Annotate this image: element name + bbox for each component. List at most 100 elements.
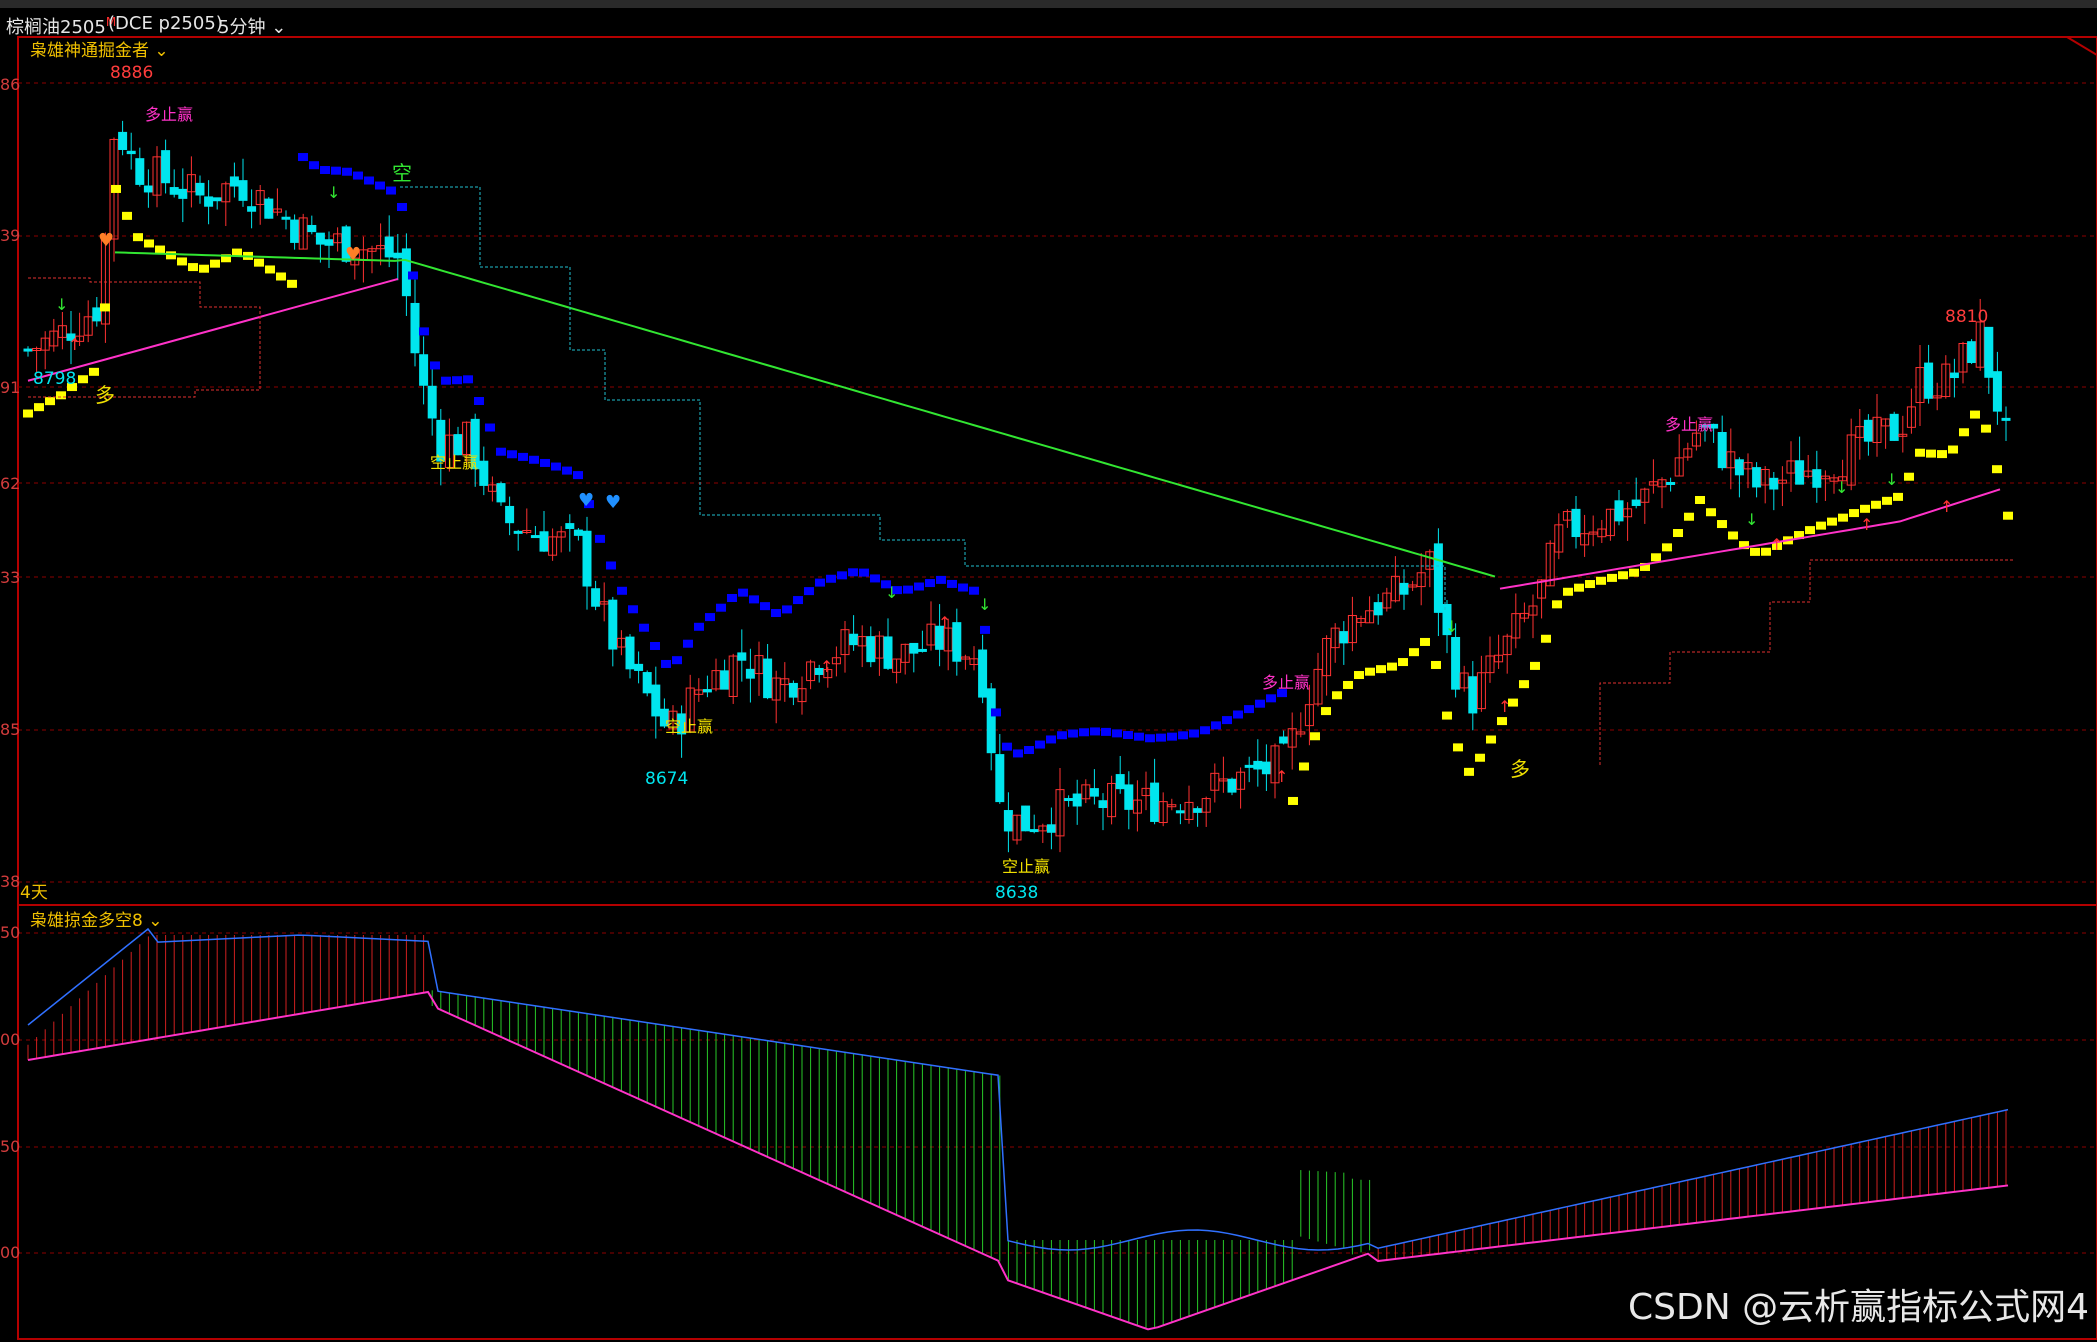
candle: [1261, 761, 1271, 775]
trend-block: [1222, 716, 1232, 725]
candle: [92, 307, 102, 322]
trend-block: [1585, 580, 1595, 589]
ma-magenta: [1499, 488, 2001, 590]
trend-block: [1893, 492, 1903, 501]
long-stop-label: 多止赢: [145, 105, 193, 124]
trend-block: [1981, 424, 1991, 433]
candle: [384, 236, 394, 258]
candle: [238, 180, 248, 201]
candle: [204, 196, 214, 207]
candle: [1949, 372, 1959, 379]
arrow-up-icon: ↑: [68, 335, 81, 354]
trend-block: [925, 579, 935, 588]
trend-block: [364, 176, 374, 185]
candle: [1175, 810, 1185, 814]
trend-block: [1805, 526, 1815, 535]
trend-block: [1178, 731, 1188, 740]
trend-block: [1123, 731, 1133, 740]
trend-block: [793, 596, 803, 605]
trend-block: [661, 659, 671, 668]
trend-block: [100, 303, 110, 312]
arrow-up-icon: ↑: [1860, 515, 1873, 534]
short-stop-label: 空止赢: [1002, 857, 1050, 876]
candle: [763, 658, 773, 699]
candle: [702, 689, 712, 693]
candle: [849, 633, 859, 646]
trend-block: [1871, 500, 1881, 509]
trend-block: [837, 571, 847, 580]
trend-block: [1816, 521, 1826, 530]
candle: [1150, 782, 1160, 822]
trend-block: [1629, 568, 1639, 577]
trend-block: [815, 578, 825, 587]
price-low-label: 8674: [645, 769, 688, 789]
candle: [1889, 413, 1899, 441]
trend-block: [1365, 667, 1375, 676]
arrow-up-icon: ↑: [820, 657, 833, 676]
trend-block: [1497, 717, 1507, 726]
trend-block: [144, 239, 154, 248]
candle: [737, 652, 747, 661]
candle: [1863, 419, 1873, 442]
kline-chart[interactable]: 88868798867486388810多止赢多止赢多止赢空止赢空止赢空止赢多多…: [0, 0, 2097, 1342]
trend-block: [760, 602, 770, 611]
short-stop-label: 空止赢: [665, 717, 713, 736]
arrow-up-icon: ↑: [938, 613, 951, 632]
candle: [1279, 736, 1289, 744]
trend-block: [1134, 732, 1144, 741]
trend-line: [23, 153, 2013, 805]
trend-block: [1464, 767, 1474, 776]
trend-block: [1838, 513, 1848, 522]
trend-block: [1156, 733, 1166, 742]
trend-block: [419, 327, 429, 336]
candle: [720, 670, 730, 690]
candle: [745, 668, 755, 679]
trend-block: [1486, 735, 1496, 744]
arrow-down-icon: ↓: [327, 183, 340, 202]
heart-icon: ♥: [578, 490, 594, 511]
trend-block: [1574, 583, 1584, 592]
trend-block: [1189, 729, 1199, 738]
trend-block: [166, 251, 176, 260]
candle: [866, 636, 876, 663]
trend-block: [771, 609, 781, 618]
candles: [23, 120, 2011, 853]
stop-line: [1599, 559, 2015, 765]
trend-block: [1057, 731, 1067, 740]
trend-block: [1915, 448, 1925, 457]
days-label: 4天: [20, 883, 48, 903]
y-tick: 39: [0, 226, 21, 245]
trend-block: [562, 466, 572, 475]
candle: [1046, 824, 1056, 833]
trend-block: [1651, 553, 1661, 562]
trend-block: [298, 153, 308, 162]
candle: [307, 224, 317, 233]
trend-block: [1970, 410, 1980, 419]
candle: [995, 754, 1005, 803]
candle: [634, 663, 644, 671]
price-low-label: 8798: [33, 369, 76, 389]
candle: [1089, 788, 1099, 797]
sub-indicator-title[interactable]: 枭雄掠金多空8 ⌄: [30, 906, 162, 931]
candle: [1064, 798, 1074, 802]
trend-block: [738, 588, 748, 597]
trend-block: [188, 263, 198, 272]
candle: [505, 505, 515, 524]
trend-block: [1431, 660, 1441, 669]
candle: [126, 150, 136, 155]
trend-block: [474, 396, 484, 405]
trend-block: [694, 622, 704, 631]
candle: [195, 182, 205, 196]
trend-block: [958, 583, 968, 592]
short-signal-label: 空: [392, 161, 412, 185]
candle: [324, 239, 334, 246]
trend-block: [1024, 746, 1034, 755]
arrow-up-icon: ↑: [1940, 497, 1953, 516]
candle: [986, 688, 996, 754]
arrow-down-icon: ↓: [885, 583, 898, 602]
arrow-down-icon: ↓: [978, 595, 991, 614]
trend-block: [1321, 707, 1331, 716]
trend-block: [1750, 547, 1760, 556]
main-indicator-title[interactable]: 枭雄神通掘金者 ⌄: [30, 36, 169, 61]
trend-block: [936, 575, 946, 584]
